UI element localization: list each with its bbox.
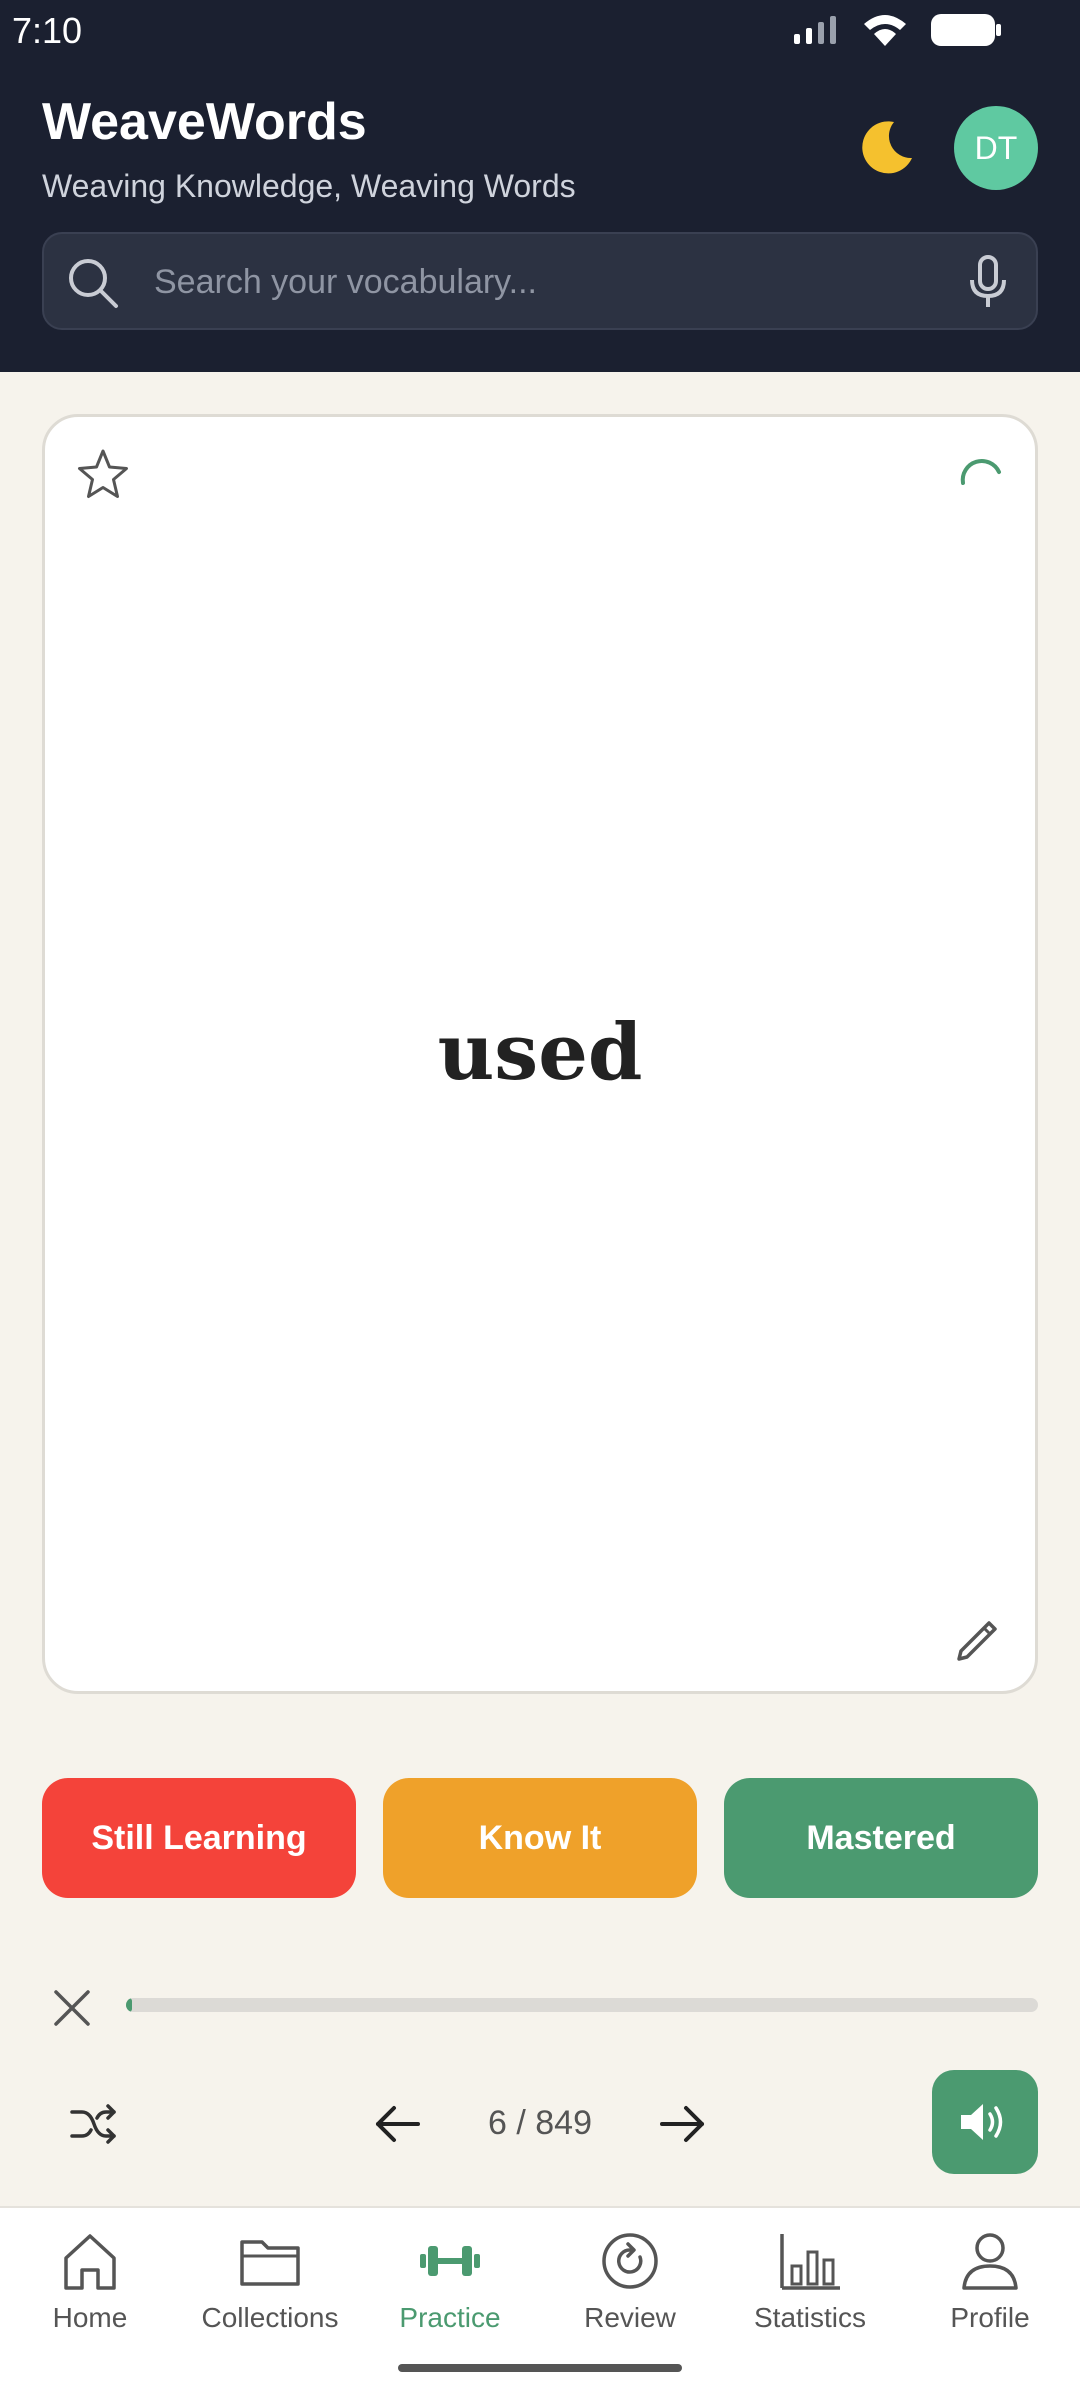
card-word: used: [437, 1007, 643, 1098]
home-icon: [64, 2234, 116, 2290]
status-time: 7:10: [12, 10, 83, 51]
search-input[interactable]: [154, 254, 954, 310]
card-counter: 6 / 849: [488, 2104, 592, 2142]
search-icon: [69, 259, 118, 308]
speaker-icon: [961, 2104, 1003, 2140]
nav-label-statistics: Statistics: [753, 2302, 867, 2333]
refresh-icon: [602, 2233, 658, 2289]
app-title: WeaveWords: [42, 93, 367, 151]
nav-label-practice: Practice: [399, 2302, 501, 2333]
dumbbell-icon: [420, 2246, 480, 2276]
close-icon[interactable]: [48, 1984, 96, 2032]
person-icon: [962, 2233, 1018, 2290]
progress-bar: [126, 1998, 1038, 2012]
mastered-button[interactable]: Mastered: [724, 1778, 1038, 1898]
nav-item-profile[interactable]: Profile: [900, 2230, 1080, 2334]
nav-item-practice[interactable]: Practice: [360, 2230, 540, 2334]
pronounce-button[interactable]: [932, 2070, 1038, 2174]
nav-label-review: Review: [584, 2302, 676, 2333]
home-indicator: [398, 2364, 682, 2372]
app-header: 7:10 WeaveWords Weaving Knowledge, Weavi…: [0, 0, 1080, 372]
nav-item-collections[interactable]: Collections: [180, 2230, 360, 2334]
nav-label-profile: Profile: [950, 2302, 1030, 2333]
previous-arrow-icon[interactable]: [372, 2100, 424, 2148]
wifi-icon: [864, 15, 906, 46]
status-icons: [792, 12, 1002, 48]
mic-icon[interactable]: [968, 254, 1008, 310]
flashcard[interactable]: used: [42, 414, 1038, 1694]
theme-toggle-button[interactable]: [852, 112, 922, 182]
loading-spinner-icon: [960, 458, 1001, 485]
nav-item-statistics[interactable]: Statistics: [720, 2230, 900, 2334]
avatar[interactable]: DT: [954, 106, 1038, 190]
nav-item-review[interactable]: Review: [540, 2230, 720, 2334]
nav-item-home[interactable]: Home: [0, 2230, 180, 2334]
nav-label-home: Home: [52, 2302, 128, 2333]
bar-chart-icon: [780, 2234, 840, 2290]
app-subtitle: Weaving Knowledge, Weaving Words: [42, 168, 576, 204]
know-it-button[interactable]: Know It: [383, 1778, 697, 1898]
star-icon[interactable]: [75, 447, 131, 503]
nav-label-collections: Collections: [201, 2302, 339, 2333]
search-bar: [42, 232, 1038, 330]
battery-icon: [931, 14, 1001, 46]
progress-fill: [126, 1998, 133, 2012]
signal-icon: [794, 16, 836, 44]
shuffle-icon[interactable]: [68, 2100, 120, 2148]
moon-icon: [862, 121, 912, 174]
next-arrow-icon[interactable]: [656, 2100, 708, 2148]
still-learning-button[interactable]: Still Learning: [42, 1778, 356, 1898]
edit-icon[interactable]: [953, 1617, 1001, 1665]
folder-icon: [240, 2240, 300, 2286]
